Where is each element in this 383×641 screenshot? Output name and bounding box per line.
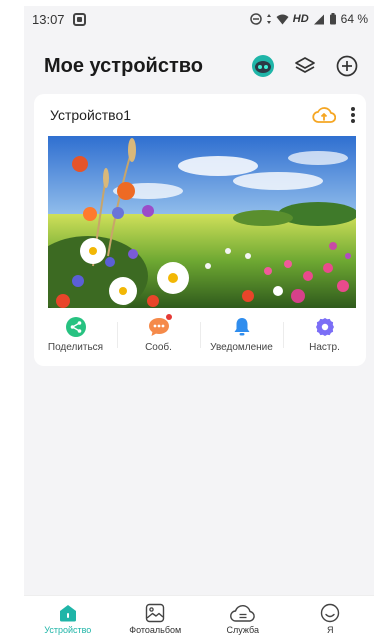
nav-item-photo-album[interactable]: Фотоальбом — [112, 603, 200, 635]
service-icon — [229, 604, 255, 622]
device-actions-bar: Поделиться Сооб. Уведомление Настр. — [34, 314, 366, 360]
more-options-button[interactable] — [350, 106, 356, 124]
messages-button[interactable]: Сооб. — [117, 314, 200, 353]
app-header: Мое устройство — [24, 44, 374, 88]
dnd-icon — [250, 13, 262, 25]
settings-icon — [315, 318, 334, 336]
message-icon — [148, 318, 169, 336]
unread-badge — [165, 314, 172, 320]
assistant-button[interactable] — [250, 53, 276, 79]
settings-button[interactable]: Настр. — [283, 316, 366, 353]
more-vertical-icon — [351, 107, 355, 123]
bell-icon — [234, 318, 249, 336]
battery-icon — [329, 13, 336, 25]
nav-label-service: Служба — [226, 624, 259, 635]
signal-icon — [313, 14, 324, 24]
notifications-button[interactable]: Уведомление — [200, 316, 283, 353]
app-screen: 13:07 HD 64 % Мое устройство Устройство1… — [24, 6, 374, 641]
share-label: Поделиться — [47, 342, 104, 353]
settings-label: Настр. — [309, 342, 340, 353]
messages-label: Сооб. — [145, 342, 172, 353]
add-device-button[interactable] — [334, 53, 360, 79]
status-bar: 13:07 HD 64 % — [24, 6, 374, 32]
wifi-icon — [276, 14, 289, 24]
gallery-notification-icon — [72, 12, 86, 26]
share-icon — [65, 317, 86, 337]
meadow-landscape-image — [48, 136, 356, 308]
nav-label-profile: Я — [327, 624, 334, 635]
device-card[interactable]: Устройство1 Поделиться Сооб. Уведомление… — [34, 94, 366, 366]
data-transfer-icon — [266, 14, 271, 24]
network-type: HD — [292, 13, 309, 25]
bottom-navigation: Устройство Фотоальбом Служба Я — [24, 595, 374, 641]
device-name: Устройство1 — [50, 107, 132, 123]
nav-label-photo-album: Фотоальбом — [129, 624, 182, 635]
share-button[interactable]: Поделиться — [34, 316, 117, 353]
layers-icon — [295, 57, 315, 73]
cloud-upload-button[interactable] — [312, 105, 336, 125]
plus-circle-icon — [336, 55, 358, 77]
nav-item-device[interactable]: Устройство — [24, 603, 112, 635]
device-preview-image[interactable] — [48, 136, 356, 308]
cloud-upload-icon — [312, 107, 336, 123]
profile-icon — [321, 603, 340, 622]
nav-item-profile[interactable]: Я — [287, 603, 375, 635]
nav-label-device: Устройство — [44, 624, 92, 635]
layers-button[interactable] — [292, 53, 318, 79]
nav-item-service[interactable]: Служба — [199, 603, 287, 635]
page-title: Мое устройство — [44, 54, 203, 77]
battery-level: 64 % — [340, 12, 368, 26]
status-time: 13:07 — [32, 11, 65, 27]
robot-assistant-icon — [252, 55, 274, 77]
photo-album-icon — [146, 603, 165, 622]
device-icon — [59, 604, 76, 621]
notifications-label: Уведомление — [210, 342, 273, 353]
